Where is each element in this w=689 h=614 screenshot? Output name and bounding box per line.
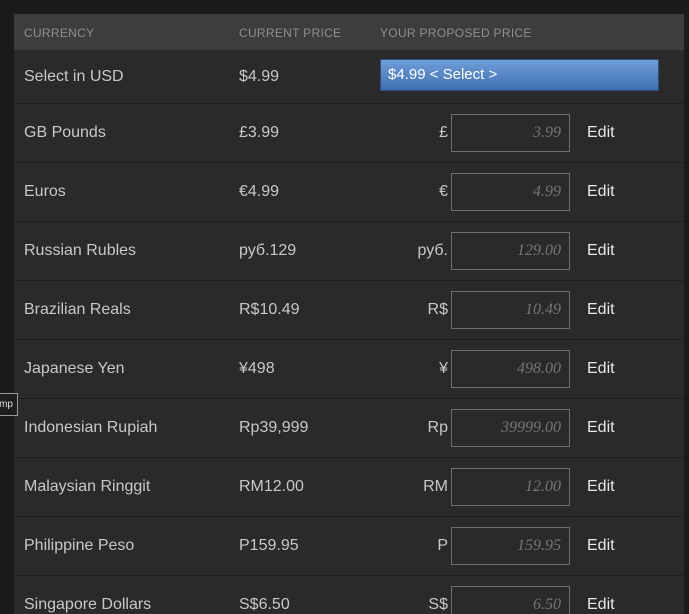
currency-name: Indonesian Rupiah: [24, 419, 158, 436]
currency-name: Brazilian Reals: [24, 301, 131, 318]
proposed-price-input[interactable]: [451, 232, 570, 270]
table-row: Singapore Dollars S$6.50 S$ Edit: [14, 576, 684, 614]
proposed-price-input[interactable]: [451, 586, 570, 614]
edit-link[interactable]: Edit: [587, 360, 615, 378]
currency-symbol: R$: [427, 301, 448, 318]
usd-price-select[interactable]: $4.99 < Select >: [380, 59, 659, 91]
table-row: Russian Rubles руб.129 руб. Edit: [14, 222, 684, 281]
current-price: Rp39,999: [239, 419, 309, 436]
currency-symbol: S$: [428, 596, 448, 613]
current-price: RM12.00: [239, 478, 304, 495]
currency-symbol: ¥: [439, 360, 448, 377]
edit-link[interactable]: Edit: [587, 596, 615, 614]
currency-symbol: £: [439, 124, 448, 141]
currency-name: Japanese Yen: [24, 360, 125, 377]
proposed-price-input[interactable]: [451, 527, 570, 565]
table-row: Indonesian Rupiah Rp39,999 Rp Edit: [14, 399, 684, 458]
proposed-price-input[interactable]: [451, 291, 570, 329]
table-row-usd: Select in USD $4.99 $4.99 < Select >: [14, 50, 684, 104]
current-price: P159.95: [239, 537, 299, 554]
header-proposed-price: YOUR PROPOSED PRICE: [380, 26, 532, 40]
current-price: R$10.49: [239, 301, 300, 318]
currency-symbol: €: [439, 183, 448, 200]
edit-link[interactable]: Edit: [587, 242, 615, 260]
currency-name: Malaysian Ringgit: [24, 478, 151, 495]
table-row: Brazilian Reals R$10.49 R$ Edit: [14, 281, 684, 340]
proposed-price-input[interactable]: [451, 468, 570, 506]
currency-symbol: руб.: [417, 242, 448, 259]
currency-name: Philippine Peso: [24, 537, 135, 554]
proposed-price-input[interactable]: [451, 173, 570, 211]
table-row: GB Pounds £3.99 £ Edit: [14, 104, 684, 163]
current-price: S$6.50: [239, 596, 290, 613]
proposed-price-input[interactable]: [451, 350, 570, 388]
edit-link[interactable]: Edit: [587, 301, 615, 319]
edit-link[interactable]: Edit: [587, 183, 615, 201]
current-price: руб.129: [239, 242, 297, 259]
current-price: £3.99: [239, 124, 280, 141]
currency-symbol: P: [437, 537, 448, 554]
table-row: Euros €4.99 € Edit: [14, 163, 684, 222]
current-price: €4.99: [239, 183, 280, 200]
currency-name: Russian Rubles: [24, 242, 137, 259]
currency-symbol: Rp: [427, 419, 448, 436]
currency-symbol: RM: [423, 478, 448, 495]
edit-link[interactable]: Edit: [587, 537, 615, 555]
pricing-panel: CURRENCY CURRENT PRICE YOUR PROPOSED PRI…: [14, 14, 684, 614]
currency-name: GB Pounds: [24, 124, 106, 141]
table-row: Philippine Peso P159.95 P Edit: [14, 517, 684, 576]
tooltip: mp: [0, 393, 18, 416]
header-currency: CURRENCY: [24, 26, 95, 40]
currency-name: Singapore Dollars: [24, 596, 152, 613]
proposed-price-input[interactable]: [451, 409, 570, 447]
edit-link[interactable]: Edit: [587, 124, 615, 142]
header-current-price: CURRENT PRICE: [239, 26, 342, 40]
current-price: ¥498: [239, 360, 275, 377]
table-row: Japanese Yen ¥498 ¥ Edit: [14, 340, 684, 399]
currency-name: Euros: [24, 183, 66, 200]
current-price: $4.99: [239, 67, 280, 85]
table-header: CURRENCY CURRENT PRICE YOUR PROPOSED PRI…: [14, 14, 684, 50]
proposed-price-input[interactable]: [451, 114, 570, 152]
edit-link[interactable]: Edit: [587, 478, 615, 496]
table-row: Malaysian Ringgit RM12.00 RM Edit: [14, 458, 684, 517]
edit-link[interactable]: Edit: [587, 419, 615, 437]
currency-name: Select in USD: [24, 67, 124, 85]
